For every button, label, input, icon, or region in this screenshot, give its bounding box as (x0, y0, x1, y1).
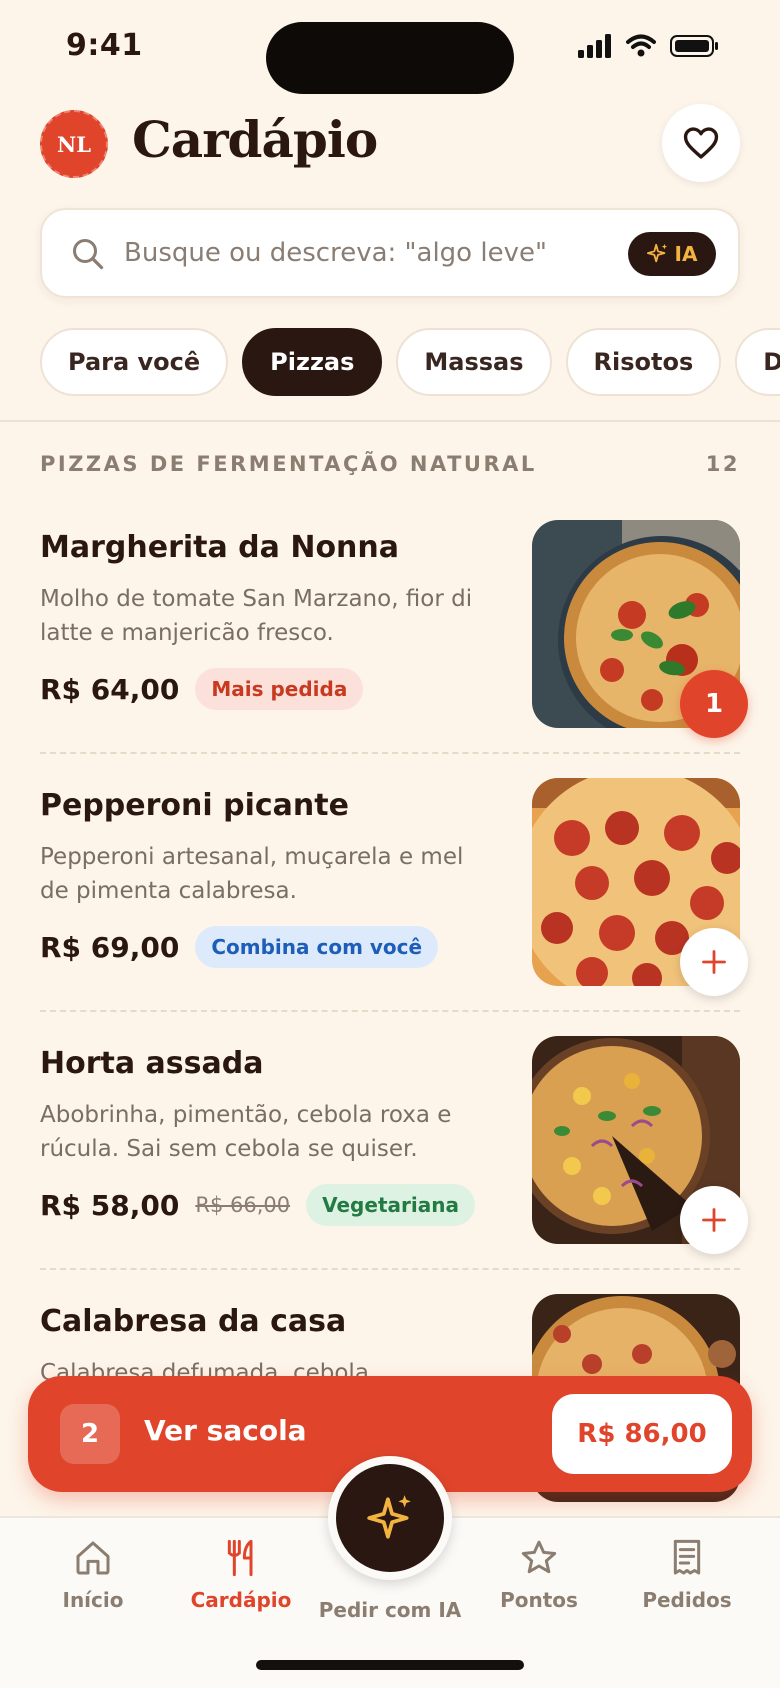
price-row: R$ 69,00 Combina com você (40, 926, 439, 968)
item-quantity-button[interactable]: 1 (680, 670, 748, 738)
tab-points[interactable]: Pontos (464, 1538, 614, 1612)
receipt-icon (673, 1539, 701, 1575)
view-bag-label: Ver sacola (144, 1414, 307, 1447)
item-description: Molho de tomate San Marzano, fior di lat… (40, 586, 473, 646)
add-item-button[interactable] (680, 1186, 748, 1254)
menu-item[interactable]: Horta assada Abobrinha, pimentão, cebola… (40, 1036, 748, 1254)
item-price: R$ 64,00 (40, 672, 180, 706)
favorites-button[interactable] (662, 104, 740, 182)
tab-menu[interactable]: Cardápio (166, 1538, 316, 1612)
item-price: R$ 69,00 (40, 930, 180, 964)
tab-points-label: Pontos (500, 1588, 578, 1612)
search-input[interactable] (124, 230, 584, 276)
category-tabs: Para vocêPizzasMassasRisotos Doces (40, 328, 780, 396)
price-row: R$ 64,00 Mais pedida (40, 668, 364, 710)
item-badge: Vegetariana (306, 1184, 475, 1226)
status-icons (578, 34, 720, 58)
tab-menu-label: Cardápio (190, 1588, 292, 1612)
bag-total-button[interactable]: R$ 86,00 (552, 1394, 732, 1474)
item-name: Margherita da Nonna (40, 530, 400, 565)
category-chip-para-voce[interactable]: Para você (40, 328, 229, 396)
item-badge: Combina com você (195, 926, 439, 968)
battery-icon (670, 35, 718, 57)
page-title: Cardápio (132, 110, 378, 169)
item-price: R$ 58,00 (40, 1188, 180, 1222)
ai-search-label: IA (674, 242, 698, 266)
ai-order-button[interactable] (328, 1456, 452, 1580)
section-title: PIZZAS DE FERMENTAÇÃO NATURAL (40, 452, 537, 476)
tab-orders-label: Pedidos (642, 1588, 732, 1612)
tab-home[interactable]: Início (18, 1538, 168, 1612)
signal-icon (578, 34, 611, 58)
item-badge: Mais pedida (195, 668, 364, 710)
item-name: Calabresa da casa (40, 1304, 347, 1339)
plus-icon (702, 1208, 726, 1232)
category-chip-doces[interactable]: Doces (735, 328, 780, 396)
bag-item-count: 2 (60, 1404, 120, 1464)
tab-ai-label[interactable]: Pedir com IA (310, 1598, 470, 1622)
item-description: Abobrinha, pimentão, cebola roxa e rúcul… (40, 1102, 452, 1162)
price-row: R$ 58,00 R$ 66,00 Vegetariana (40, 1184, 475, 1226)
home-icon (76, 1541, 110, 1575)
status-time: 9:41 (66, 28, 143, 63)
dynamic-island (266, 22, 514, 94)
section-count: 12 (705, 452, 740, 476)
item-description: Pepperoni artesanal, muçarela e mel de p… (40, 844, 464, 904)
item-separator (40, 752, 740, 754)
item-name: Pepperoni picante (40, 788, 349, 823)
sparkle-icon (646, 243, 667, 263)
item-old-price: R$ 66,00 (195, 1193, 291, 1217)
plus-icon (702, 950, 726, 974)
divider (0, 420, 780, 422)
status-bar: 9:41 (0, 0, 780, 100)
category-chip-massas[interactable]: Massas (396, 328, 552, 396)
header: NL Cardápio (40, 104, 740, 186)
home-indicator (256, 1660, 524, 1670)
tab-orders[interactable]: Pedidos (612, 1538, 762, 1612)
sparkle-icon (367, 1495, 411, 1539)
ai-search-button[interactable]: IA (628, 232, 716, 276)
category-chip-risotos[interactable]: Risotos (565, 328, 722, 396)
item-separator (40, 1268, 740, 1270)
search-icon (73, 239, 104, 270)
heart-icon (683, 127, 719, 159)
item-name: Horta assada (40, 1046, 264, 1081)
search-bar: IA (40, 208, 740, 298)
wifi-icon (626, 34, 656, 57)
menu-item[interactable]: Margherita da Nonna Molho de tomate San … (40, 520, 748, 738)
star-icon (521, 1540, 557, 1574)
menu-item[interactable]: Pepperoni picante Pepperoni artesanal, m… (40, 778, 748, 996)
section-header: PIZZAS DE FERMENTAÇÃO NATURAL 12 (40, 452, 740, 476)
restaurant-logo: NL (40, 110, 108, 178)
item-separator (40, 1010, 740, 1012)
tab-home-label: Início (62, 1588, 124, 1612)
fork-knife-icon (227, 1539, 253, 1577)
add-item-button[interactable] (680, 928, 748, 996)
category-chip-pizzas[interactable]: Pizzas (242, 328, 383, 396)
